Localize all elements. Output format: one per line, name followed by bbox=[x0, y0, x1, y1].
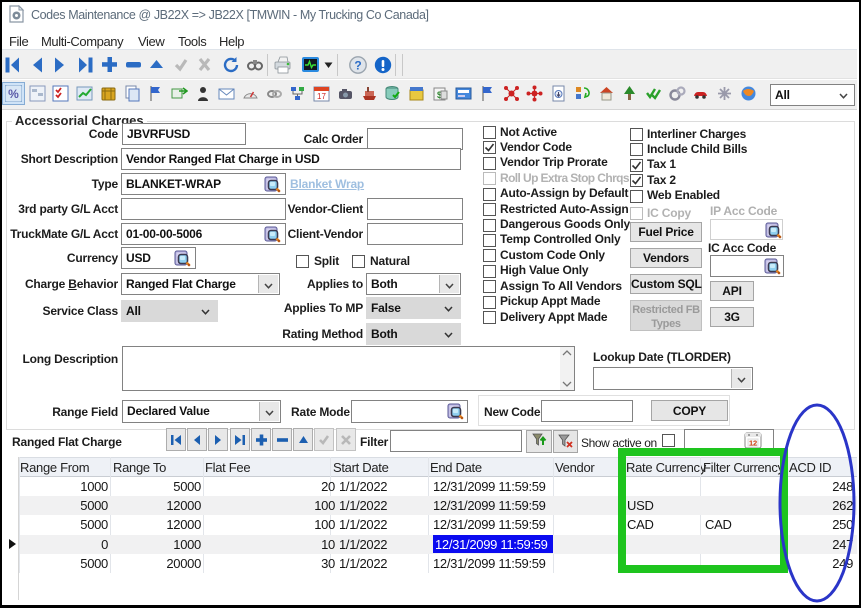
svg-text:%: % bbox=[8, 87, 19, 101]
svg-text:?: ? bbox=[354, 59, 361, 73]
svg-text:17: 17 bbox=[317, 92, 326, 101]
svg-text:12: 12 bbox=[749, 439, 757, 448]
